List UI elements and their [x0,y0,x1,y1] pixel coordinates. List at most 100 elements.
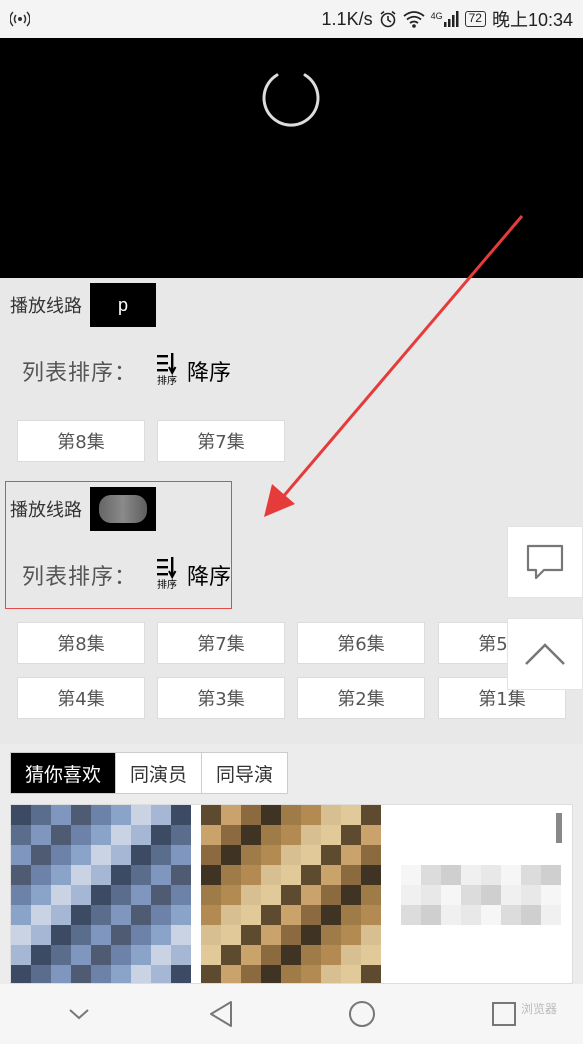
mosaic-tile [301,805,321,825]
video-player[interactable] [0,38,583,278]
mosaic-tile [51,805,71,825]
episode-button[interactable]: 第8集 [17,420,145,462]
recents-square-icon [492,1002,517,1026]
mosaic-tile [91,845,111,865]
system-nav-bar [0,984,583,1044]
status-left [10,10,30,28]
mosaic-tile [111,805,131,825]
mosaic-tile [171,825,191,845]
mosaic-tile [361,965,381,983]
mosaic-tile [201,965,221,983]
sort-order-value[interactable]: 降序 [187,355,231,387]
home-button[interactable] [332,989,392,1039]
mosaic-tile [91,885,111,905]
mosaic-tile [361,925,381,945]
mosaic-tile [541,905,561,925]
mosaic-tile [91,825,111,845]
highlight-box [5,481,232,609]
mosaic-tile [31,965,51,983]
episode-button[interactable]: 第2集 [297,677,425,719]
mosaic-tile [111,925,131,945]
mosaic-tile [71,945,91,965]
home-circle-icon [349,1001,376,1027]
mosaic-tile [361,905,381,925]
thumbnail-blurred-2[interactable] [201,805,381,983]
mosaic-tile [111,965,131,983]
mosaic-tile [171,925,191,945]
mosaic-tile [51,965,71,983]
recommendation-card[interactable] [10,804,573,984]
mosaic-tile [441,865,461,885]
mosaic-tile [71,825,91,845]
mosaic-tile [11,865,31,885]
signal-label: 4G [430,11,443,21]
mosaic-tile [281,965,301,983]
thumbnail-blurred-1[interactable] [11,805,191,983]
tab-same-director[interactable]: 同导演 [202,753,287,793]
mosaic-tile [31,905,51,925]
mosaic-tile [11,925,31,945]
comment-button[interactable] [507,526,583,598]
mosaic-tile [131,945,151,965]
mosaic-tile [151,965,171,983]
episode-button[interactable]: 第6集 [297,622,425,664]
mosaic-tile [301,865,321,885]
card-scrollbar[interactable] [556,813,562,843]
mosaic-tile [71,865,91,885]
mosaic-tile [281,805,301,825]
episode-button[interactable]: 第3集 [157,677,285,719]
mosaic-tile [301,925,321,945]
episode-button[interactable]: 第7集 [157,622,285,664]
mosaic-tile [131,885,151,905]
mosaic-tile [31,925,51,945]
mosaic-tile [91,905,111,925]
mosaic-tile [241,925,261,945]
mosaic-tile [221,925,241,945]
mosaic-tile [481,905,501,925]
mosaic-tile [321,925,341,945]
mosaic-tile [151,905,171,925]
mosaic-tile [281,885,301,905]
mosaic-tile [171,905,191,925]
mosaic-tile [341,865,361,885]
chevron-down-icon [69,1009,89,1020]
mosaic-tile [321,945,341,965]
watermark: 浏览器 [520,1002,557,1016]
mosaic-tile [151,945,171,965]
tab-same-actor[interactable]: 同演员 [116,753,203,793]
back-button[interactable] [191,989,251,1039]
mosaic-tile [31,945,51,965]
sort-button[interactable]: 排序 [155,352,179,390]
mosaic-tile [201,805,221,825]
mosaic-tile [361,865,381,885]
mosaic-tile [131,825,151,845]
mosaic-tile [241,805,261,825]
mosaic-tile [91,945,111,965]
mosaic-tile [301,885,321,905]
mosaic-tile [361,825,381,845]
mosaic-tile [341,925,361,945]
mosaic-tile [321,805,341,825]
loading-spinner-icon [262,73,320,127]
episode-button[interactable]: 第4集 [17,677,145,719]
mosaic-tile [151,825,171,845]
mosaic-tile [341,945,361,965]
mosaic-tile [541,865,561,885]
mosaic-tile [151,865,171,885]
collapse-button[interactable] [49,989,109,1039]
mosaic-tile [31,825,51,845]
mosaic-tile [201,845,221,865]
mosaic-tile [261,905,281,925]
mosaic-tile [201,885,221,905]
mosaic-tile [361,805,381,825]
episode-button[interactable]: 第7集 [157,420,285,462]
route-chip[interactable]: p [90,283,156,327]
mosaic-tile [171,965,191,983]
tab-guess-you-like[interactable]: 猜你喜欢 [11,753,117,793]
scroll-top-button[interactable] [507,618,583,690]
episode-button[interactable]: 第8集 [17,622,145,664]
mosaic-tile [151,885,171,905]
recommend-tabs: 猜你喜欢 同演员 同导演 [10,752,289,794]
mosaic-tile [321,845,341,865]
mosaic-tile [321,885,341,905]
